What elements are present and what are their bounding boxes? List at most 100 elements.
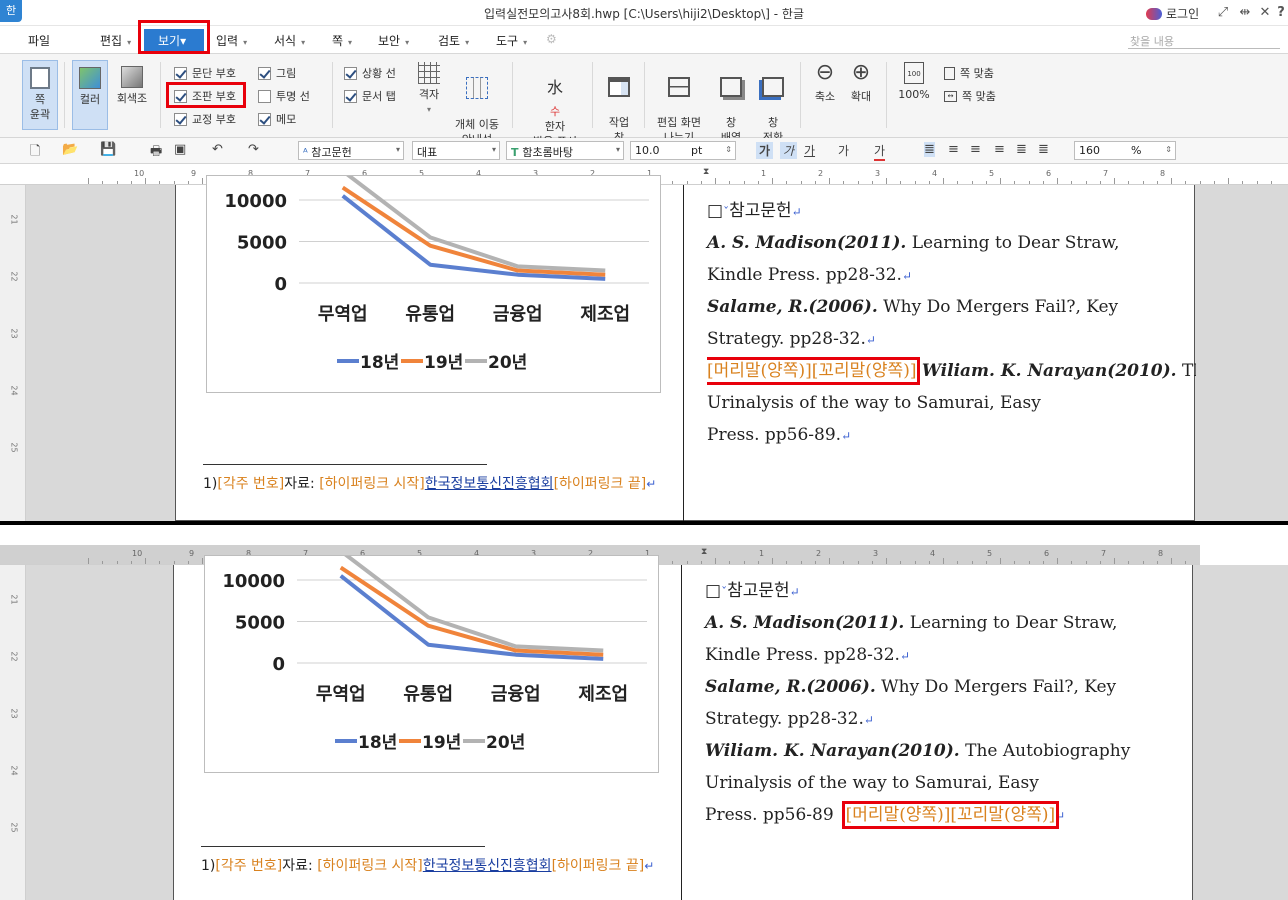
bold-icon[interactable]: 가: [756, 142, 774, 159]
ref1-line1: A. S. Madison(2011). Learning to Dear St…: [707, 227, 1119, 259]
header-footer-control-code[interactable]: [머리말(양쪽)][꼬리말(양쪽)]: [707, 357, 921, 385]
login-button[interactable]: 로그인: [1146, 5, 1199, 22]
footnote-number-code[interactable]: [각주 번호]: [215, 858, 282, 874]
hyperlink-start-code[interactable]: [하이퍼링크 시작]: [319, 476, 425, 492]
x-tick-label: 제조업: [578, 684, 628, 705]
checkbox-status-line[interactable]: 상황 선: [344, 65, 396, 81]
ref3-publisher: Press. pp56-89.: [707, 425, 842, 445]
checkbox-paragraph-mark[interactable]: 문단 부호: [174, 65, 236, 81]
find-input[interactable]: 찾을 내용: [1128, 31, 1280, 49]
footnote: 1)[각주 번호]자료: [하이퍼링크 시작]한국정보통신진흥협회[하이퍼링크 …: [201, 855, 654, 875]
ref1-publisher: Kindle Press. pp28-32.: [707, 265, 902, 285]
save-icon[interactable]: 💾: [100, 142, 116, 157]
restore-icon[interactable]: ⇹: [1236, 4, 1254, 22]
menu-insert[interactable]: 입력 ▾: [216, 32, 247, 49]
footnote-separator: [203, 464, 487, 465]
ruler-number: 8: [1160, 169, 1166, 178]
color-view-button[interactable]: 컬러: [72, 60, 108, 130]
footnote-number: 1): [203, 476, 218, 492]
menu-tools[interactable]: 도구 ▾: [496, 32, 527, 49]
menu-edit[interactable]: 편집 ▾: [100, 32, 131, 49]
ruler-number: 25: [9, 442, 19, 453]
checkbox-proofread-mark[interactable]: 교정 부호: [174, 111, 236, 127]
underline-icon[interactable]: 가: [804, 142, 815, 159]
vertical-ruler[interactable]: 21 22 23 24 25: [0, 185, 26, 521]
ruler-number: 22: [9, 271, 19, 282]
extra-tools-icon[interactable]: ⚙: [546, 32, 557, 46]
grid-icon: [418, 62, 440, 84]
align-left-icon[interactable]: ≡: [948, 142, 959, 157]
vertical-ruler[interactable]: 21 22 23 24 25: [0, 565, 26, 900]
document-page[interactable]: 10000 5000 0 무역업 유통업 금융업 제조업 18년 19년 20년 □ˇ참고문헌↵ …: [175, 169, 1196, 521]
footnote-number-code[interactable]: [각주 번호]: [217, 476, 284, 492]
ruler-number: 9: [189, 549, 195, 558]
checkbox-memo[interactable]: 메모: [258, 111, 296, 127]
print-icon[interactable]: 🖶: [150, 142, 162, 164]
zoom-input[interactable]: 160% ⇕: [1074, 141, 1176, 160]
print-preview-icon[interactable]: ▣: [174, 142, 186, 157]
ref3-line2: Urinalysis of the way to Samurai, Easy: [705, 767, 1039, 799]
zoom-out-button[interactable]: ⊖ 축소: [808, 62, 842, 104]
align-justify-icon[interactable]: ≣: [924, 142, 935, 157]
page-outline-button[interactable]: 쪽 윤곽: [22, 60, 58, 130]
document-page[interactable]: 10000 5000 0 무역업 유통업 금융업 제조업 18년 19년 20년 □ˇ참고문헌↵ …: [173, 549, 1193, 900]
line-chart[interactable]: 10000 5000 0 무역업 유통업 금융업 제조업 18년 19년 20년: [204, 549, 659, 773]
ruler-number: 21: [9, 594, 19, 605]
help-icon[interactable]: ?: [1272, 4, 1288, 22]
font-size-input[interactable]: 10.0 pt ⇕: [630, 141, 736, 160]
footnote-source-label: 자료:: [282, 858, 318, 874]
hyperlink-end-code[interactable]: [하이퍼링크 끝]: [552, 858, 645, 874]
checkbox-doc-tab[interactable]: 문서 탭: [344, 88, 396, 104]
fit-page-button[interactable]: 쪽 맞춤: [944, 65, 994, 81]
language-select[interactable]: 대표 ▾: [412, 141, 500, 160]
menu-format[interactable]: 서식 ▾: [274, 32, 305, 49]
menu-page[interactable]: 쪽 ▾: [332, 32, 352, 49]
align-split-icon[interactable]: ≣: [1038, 142, 1049, 157]
hyperlink-start-code[interactable]: [하이퍼링크 시작]: [317, 858, 423, 874]
ref2-publisher: Strategy. pp28-32.: [705, 709, 864, 729]
ref1-line2: Kindle Press. pp28-32.↵: [707, 259, 912, 292]
hyperlink-text[interactable]: 한국정보통신진흥협회: [425, 476, 554, 492]
italic-icon[interactable]: 가: [780, 142, 798, 159]
hyperlink-end-code[interactable]: [하이퍼링크 끝]: [554, 476, 647, 492]
font-select[interactable]: T 함초롬바탕 ▾: [506, 141, 624, 160]
chart-svg: 10000 5000 0 무역업 유통업 금융업 제조업 18년 19년 20년: [222, 549, 647, 753]
strikethrough-icon[interactable]: 가: [838, 142, 849, 159]
legend-label: 20년: [488, 353, 527, 373]
grayscale-picture-icon: [121, 66, 143, 88]
open-folder-icon[interactable]: 📂: [62, 142, 78, 157]
font-color-icon[interactable]: 가: [874, 142, 886, 161]
grayscale-view-button[interactable]: 회색조: [112, 60, 152, 130]
references-heading: □ˇ참고문헌↵: [705, 575, 800, 608]
header-footer-control-code[interactable]: [머리말(양쪽)][꼬리말(양쪽)]: [841, 801, 1060, 829]
ref2-publisher: Strategy. pp28-32.: [707, 329, 866, 349]
style-value: 참고문헌: [311, 146, 352, 159]
undo-icon[interactable]: ↶: [212, 142, 223, 157]
chevron-down-icon: ▾: [127, 38, 132, 47]
line-chart[interactable]: 10000 5000 0 무역업 유통업 금융업 제조업 18년 19년 20년: [206, 169, 661, 393]
grid-button[interactable]: 격자 ▾: [410, 62, 448, 117]
chevron-down-icon: ▾: [523, 38, 528, 47]
hyperlink-text[interactable]: 한국정보통신진흥협회: [423, 858, 552, 874]
fit-width-button[interactable]: ↔ 쪽 맞춤: [944, 88, 996, 104]
zoom-in-button[interactable]: ⊕ 확대: [844, 62, 878, 104]
checkbox-label: 상황 선: [362, 67, 396, 80]
new-document-icon[interactable]: 🗋: [30, 142, 40, 164]
ref1-publisher: Kindle Press. pp28-32.: [705, 645, 900, 665]
align-center-icon[interactable]: ≡: [970, 142, 981, 157]
redo-icon[interactable]: ↷: [248, 142, 259, 157]
menu-insert-label: 입력: [216, 34, 239, 48]
zoom-100-button[interactable]: 100 100%: [894, 62, 934, 102]
style-select[interactable]: ᴬ 참고문헌 ▾: [298, 141, 404, 160]
checkbox-picture[interactable]: 그림: [258, 65, 296, 81]
checkbox-transparent-line[interactable]: 투명 선: [258, 88, 310, 104]
ref1-line1: A. S. Madison(2011). Learning to Dear St…: [705, 607, 1117, 639]
menu-review[interactable]: 검토 ▾: [438, 32, 469, 49]
menu-file[interactable]: 파일: [28, 32, 50, 49]
menu-security[interactable]: 보안 ▾: [378, 32, 409, 49]
fullscreen-icon[interactable]: ⤢: [1214, 4, 1232, 22]
align-right-icon[interactable]: ≡: [994, 142, 1005, 157]
legend-label: 19년: [424, 353, 463, 373]
checkbox-label: 문서 탭: [362, 90, 396, 103]
align-distribute-icon[interactable]: ≣: [1016, 142, 1027, 157]
